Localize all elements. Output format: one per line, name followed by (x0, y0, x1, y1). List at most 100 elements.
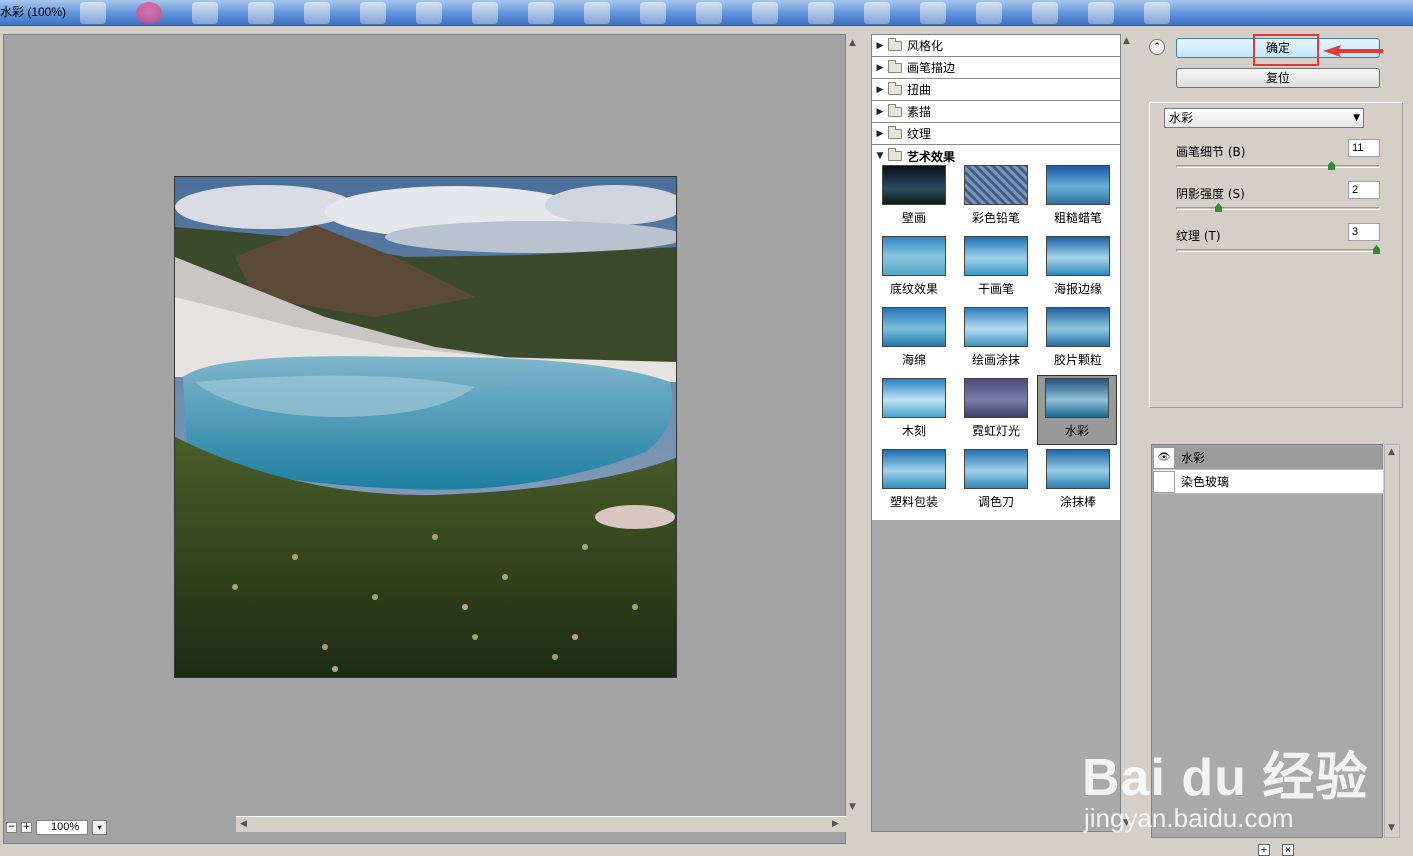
filter-category-distort[interactable]: ▶ 扭曲 (872, 79, 1120, 101)
category-label: 艺术效果 (907, 149, 956, 164)
filter-category-stylize[interactable]: ▶ 风格化 (872, 35, 1120, 57)
new-effect-layer-icon[interactable]: + (1258, 844, 1270, 856)
filter-thumb-poster-edges[interactable]: 海报边缘 (1038, 234, 1118, 304)
preview-vertical-scrollbar[interactable]: ▲ ▼ (846, 34, 862, 816)
scroll-down-icon[interactable]: ▼ (1123, 818, 1130, 828)
trash-icon[interactable]: × (1282, 844, 1294, 856)
taskbar-app-icon[interactable] (1088, 2, 1114, 24)
expand-triangle-icon[interactable]: ▶ (872, 63, 888, 73)
expand-triangle-icon[interactable]: ▶ (872, 107, 888, 117)
filter-thumb-cutout[interactable]: 木刻 (874, 376, 954, 446)
filter-thumb-colored-pencil[interactable]: 彩色铅笔 (956, 163, 1036, 233)
taskbar-app-icon[interactable] (304, 2, 330, 24)
thumb-image (1046, 307, 1110, 347)
expand-triangle-icon[interactable]: ▶ (872, 129, 888, 139)
filter-label: 霓虹灯光 (971, 424, 1020, 438)
effect-layers-list: 👁 水彩 染色玻璃 (1151, 444, 1383, 838)
visibility-toggle[interactable] (1153, 470, 1175, 493)
taskbar-app-icon[interactable] (808, 2, 834, 24)
expand-triangle-icon[interactable]: ▶ (872, 85, 888, 95)
filter-thumb-fresco[interactable]: 壁画 (874, 163, 954, 233)
taskbar-app-icon[interactable] (360, 2, 386, 24)
scroll-up-icon[interactable]: ▲ (1388, 447, 1395, 457)
folder-icon (888, 59, 902, 73)
effect-layer-label: 染色玻璃 (1181, 475, 1230, 489)
zoom-dropdown-button[interactable]: ▾ (92, 819, 107, 835)
texture-input[interactable]: 3 (1348, 223, 1380, 241)
taskbar-app-icon[interactable] (864, 2, 890, 24)
category-label: 风格化 (907, 39, 944, 53)
filter-thumb-rough-pastels[interactable]: 粗糙蜡笔 (1038, 163, 1118, 233)
filter-thumb-watercolor[interactable]: 水彩 (1037, 375, 1117, 445)
scroll-right-icon[interactable]: ▶ (832, 819, 839, 829)
collapse-panel-icon[interactable]: ⌃ (1149, 39, 1165, 55)
filter-thumb-paint-daubs[interactable]: 绘画涂抹 (956, 305, 1036, 375)
effect-layer-stained-glass[interactable]: 染色玻璃 (1153, 470, 1383, 494)
thumb-image (882, 165, 946, 205)
filter-thumb-smudge-stick[interactable]: 涂抹棒 (1038, 447, 1118, 517)
effect-layer-watercolor[interactable]: 👁 水彩 (1153, 446, 1383, 470)
taskbar-app-icon[interactable] (528, 2, 554, 24)
filter-list-panel: ▶ 风格化 ▶ 画笔描边 ▶ 扭曲 ▶ 素描 ▶ 纹理 ▼ 艺术效果 壁画 彩色… (871, 34, 1121, 832)
zoom-level-field[interactable]: 100% (36, 819, 88, 835)
zoom-in-button[interactable]: + (21, 821, 32, 833)
filter-label: 彩色铅笔 (971, 211, 1020, 225)
preview-image[interactable] (174, 176, 677, 678)
taskbar-app-icon[interactable] (696, 2, 722, 24)
expand-triangle-icon[interactable]: ▶ (872, 41, 888, 51)
filter-thumb-palette-knife[interactable]: 调色刀 (956, 447, 1036, 517)
taskbar-app-icon[interactable] (416, 2, 442, 24)
scroll-left-icon[interactable]: ◀ (240, 819, 247, 829)
taskbar-app-icon[interactable] (752, 2, 778, 24)
shadow-intensity-slider-knob[interactable] (1215, 203, 1222, 212)
zoom-out-button[interactable]: − (6, 821, 17, 833)
taskbar-app-icon[interactable] (584, 2, 610, 24)
taskbar-app-icon[interactable] (640, 2, 666, 24)
filter-thumb-sponge[interactable]: 海绵 (874, 305, 954, 375)
taskbar-app-icon[interactable] (192, 2, 218, 24)
filter-label: 木刻 (901, 424, 926, 438)
scroll-up-icon[interactable]: ▲ (849, 38, 856, 48)
layer-tools: + × (1258, 844, 1294, 856)
scroll-down-icon[interactable]: ▼ (1388, 823, 1395, 833)
filter-thumb-plastic-wrap[interactable]: 塑料包装 (874, 447, 954, 517)
filter-thumb-neon-glow[interactable]: 霓虹灯光 (956, 376, 1036, 446)
filter-thumb-underpainting[interactable]: 底纹效果 (874, 234, 954, 304)
filter-thumb-film-grain[interactable]: 胶片颗粒 (1038, 305, 1118, 375)
filter-select-dropdown[interactable]: 水彩 ▼ (1164, 108, 1364, 128)
scroll-up-icon[interactable]: ▲ (1123, 36, 1130, 46)
brush-detail-input[interactable]: 11 (1348, 139, 1380, 157)
thumb-image (964, 165, 1028, 205)
taskbar-app-icon[interactable] (136, 2, 162, 24)
filter-list-scrollbar[interactable]: ▲ ▼ (1121, 34, 1135, 832)
filter-category-texture[interactable]: ▶ 纹理 (872, 123, 1120, 145)
filter-category-sketch[interactable]: ▶ 素描 (872, 101, 1120, 123)
scroll-down-icon[interactable]: ▼ (849, 802, 856, 812)
thumb-image (964, 307, 1028, 347)
thumb-image (882, 307, 946, 347)
thumb-image (964, 378, 1028, 418)
layers-scrollbar[interactable]: ▲ ▼ (1384, 444, 1400, 838)
taskbar-app-icon[interactable] (1032, 2, 1058, 24)
filter-category-brush-strokes[interactable]: ▶ 画笔描边 (872, 57, 1120, 79)
taskbar-app-icon[interactable] (976, 2, 1002, 24)
reset-button[interactable]: 复位 (1176, 68, 1380, 88)
taskbar-app-icon[interactable] (472, 2, 498, 24)
taskbar-app-icon[interactable] (1144, 2, 1170, 24)
brush-detail-slider-track[interactable] (1176, 165, 1380, 168)
brush-detail-slider-knob[interactable] (1328, 161, 1335, 170)
eye-icon[interactable]: 👁 (1153, 446, 1175, 469)
texture-slider-track[interactable] (1176, 249, 1380, 252)
preview-pane[interactable] (3, 34, 846, 844)
texture-slider-knob[interactable] (1373, 245, 1380, 254)
thumb-image (964, 449, 1028, 489)
collapse-triangle-icon[interactable]: ▼ (872, 151, 888, 161)
taskbar-app-icon[interactable] (248, 2, 274, 24)
preview-horizontal-scrollbar[interactable]: ◀ ▶ (236, 816, 846, 832)
filter-thumb-dry-brush[interactable]: 干画笔 (956, 234, 1036, 304)
shadow-intensity-input[interactable]: 2 (1348, 181, 1380, 199)
artistic-filter-thumbnails: 壁画 彩色铅笔 粗糙蜡笔 底纹效果 干画笔 海报边缘 海绵 绘画涂抹 胶片颗粒 … (872, 163, 1120, 518)
shadow-intensity-slider-track[interactable] (1176, 207, 1380, 210)
taskbar-app-icon[interactable] (920, 2, 946, 24)
taskbar-app-icon[interactable] (80, 2, 106, 24)
